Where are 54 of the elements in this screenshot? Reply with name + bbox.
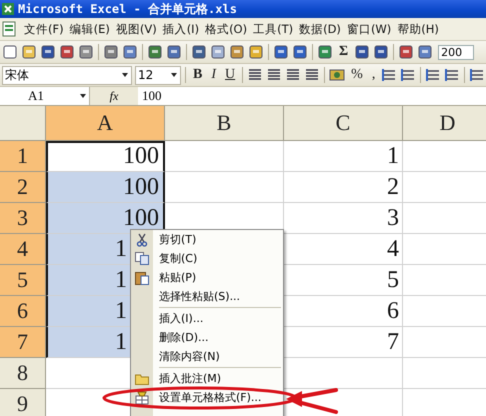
zoom-field[interactable]: 200	[438, 44, 474, 60]
row-header[interactable]: 7	[0, 327, 46, 358]
scissors-icon	[136, 232, 148, 246]
table-cell: 100	[46, 203, 165, 234]
menu-item[interactable]: 工具(T)	[253, 22, 294, 36]
workbook-icon[interactable]	[2, 21, 18, 37]
font-size-dropdown[interactable]: 12	[135, 66, 181, 84]
table-cell: 100	[46, 141, 165, 172]
formula-field[interactable]: 100	[138, 88, 162, 104]
menu-item[interactable]: 文件(F)	[24, 22, 64, 36]
menu-item[interactable]: 窗口(W)	[346, 22, 392, 36]
font-dropdown[interactable]: 宋体	[2, 66, 132, 84]
menu-item[interactable]: 数据(D)	[299, 22, 341, 36]
row-header[interactable]: 3	[0, 203, 46, 234]
column-header[interactable]: D	[403, 106, 486, 141]
spreadsheet-icon	[2, 3, 14, 15]
align-left-icon[interactable]	[247, 67, 264, 83]
table-cell: 100	[46, 172, 165, 203]
row-header[interactable]: 5	[0, 265, 46, 296]
style-button[interactable]: I	[208, 67, 220, 83]
number-format-button[interactable]: ,	[368, 67, 378, 83]
column-header[interactable]: A	[46, 106, 165, 141]
context-menu-item[interactable]: 设置单元格格式(F)...	[131, 388, 283, 407]
column-header[interactable]: B	[165, 106, 284, 141]
window-title: Microsoft Excel - 合并单元格.xls	[18, 0, 237, 18]
context-menu-item[interactable]: 插入批注(M)	[131, 366, 283, 388]
autosum-button[interactable]: Σ	[336, 44, 352, 60]
insert-function-button[interactable]: fx	[90, 87, 138, 105]
format-cells-icon	[135, 390, 149, 404]
table-cell: 3	[284, 203, 403, 234]
column-header[interactable]: C	[284, 106, 403, 141]
row-header[interactable]: 6	[0, 296, 46, 327]
align-right-icon[interactable]	[285, 67, 302, 83]
menu-item[interactable]: 格式(O)	[205, 22, 248, 36]
row-header[interactable]: 1	[0, 141, 46, 172]
row-header[interactable]: 2	[0, 172, 46, 203]
row-header[interactable]: 8	[0, 358, 46, 389]
folder-icon	[135, 372, 149, 384]
currency-icon[interactable]	[329, 67, 346, 83]
menu-item[interactable]: 视图(V)	[116, 22, 157, 36]
table-cell: 2	[284, 172, 403, 203]
table-cell: 1	[284, 141, 403, 172]
style-button[interactable]: U	[222, 67, 238, 83]
clipboard-icon	[135, 270, 149, 284]
annotation-arrow-drawing	[286, 388, 338, 414]
menu-item[interactable]: 插入(I)	[162, 22, 200, 36]
menu-item[interactable]: 编辑(E)	[70, 22, 110, 36]
row-header[interactable]: 4	[0, 234, 46, 265]
align-center-icon[interactable]	[266, 67, 282, 83]
merge-center-icon[interactable]	[304, 67, 320, 83]
style-button[interactable]: B	[190, 67, 206, 83]
number-format-button[interactable]: %	[348, 67, 366, 83]
menu-item[interactable]: 帮助(H)	[397, 22, 439, 36]
row-header[interactable]: 9	[0, 389, 46, 416]
